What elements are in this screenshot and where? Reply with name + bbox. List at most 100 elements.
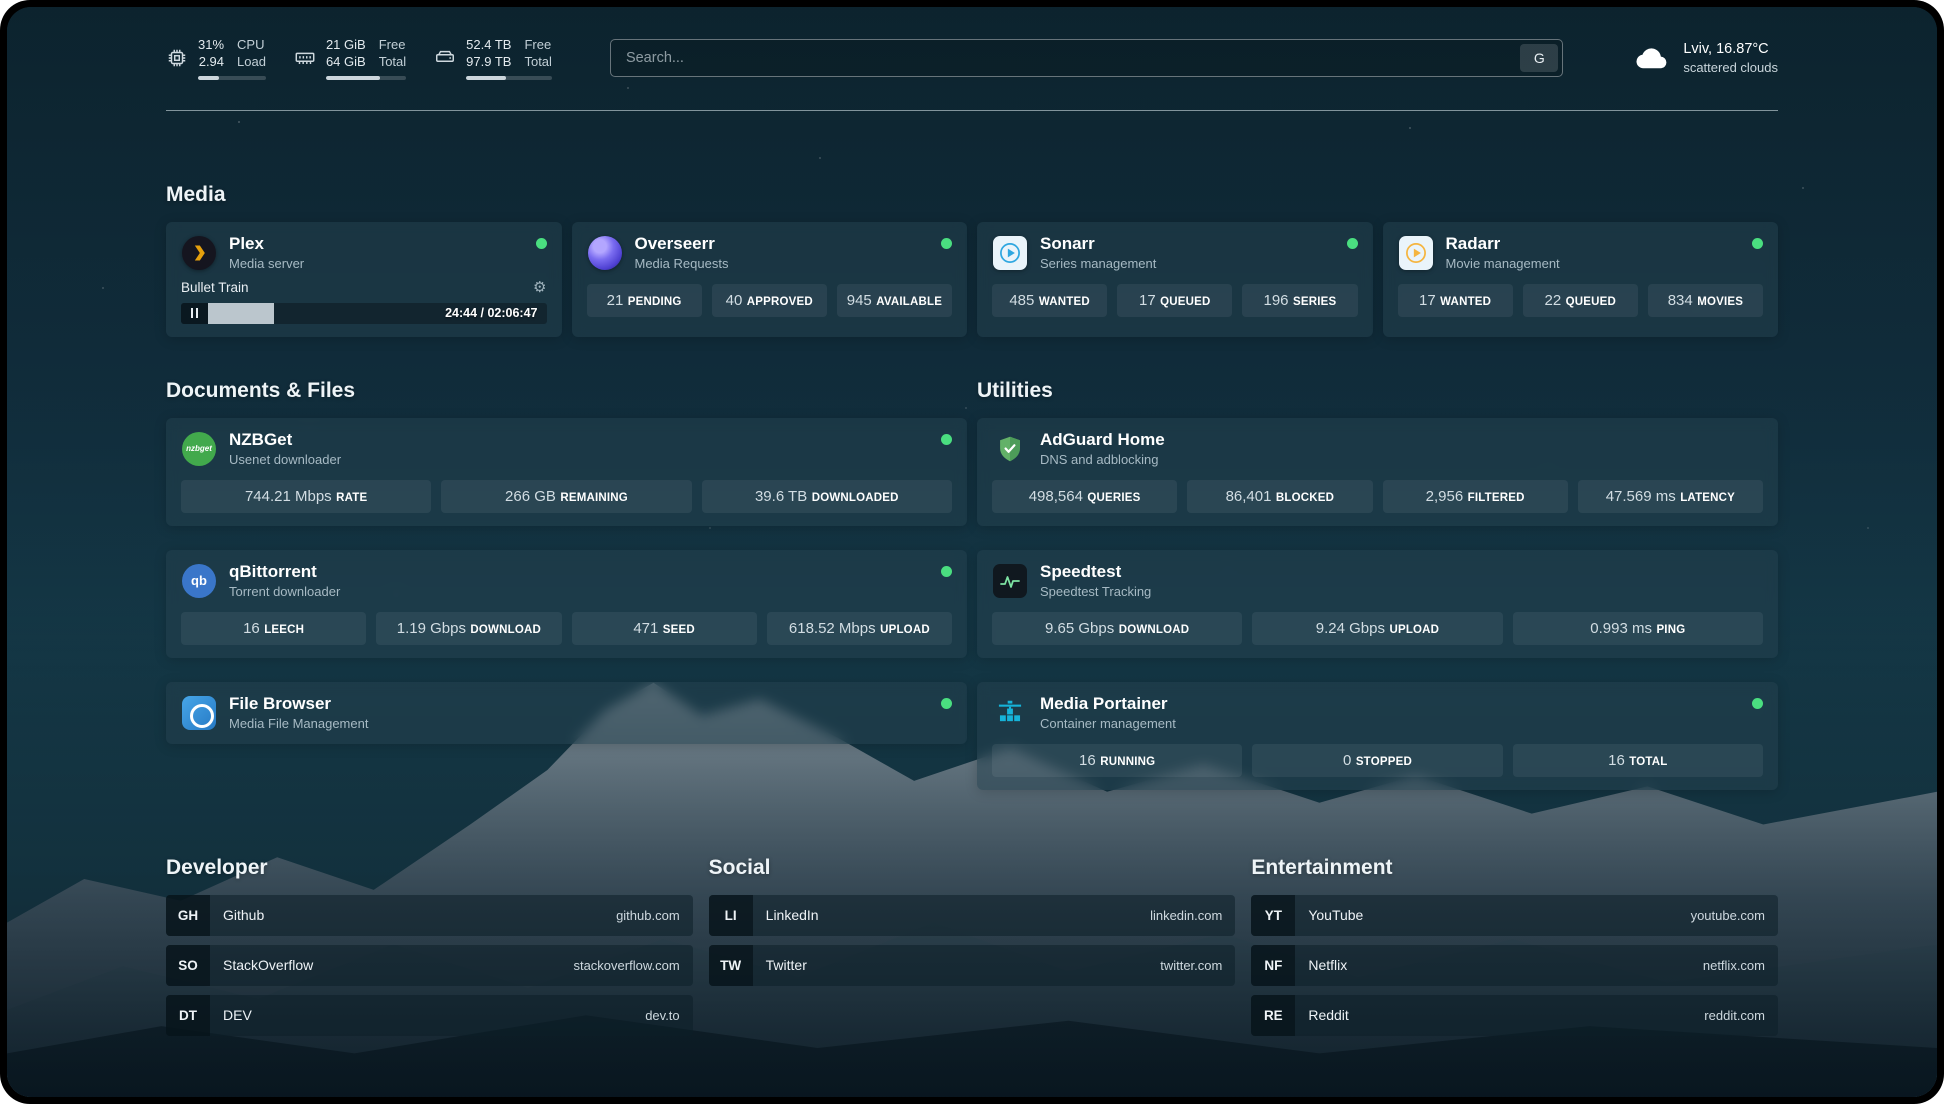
nzbget-card[interactable]: nzbget NZBGet Usenet downloader 744.21 M… bbox=[166, 418, 967, 526]
overseerr-card[interactable]: Overseerr Media Requests 21 PENDING bbox=[572, 222, 968, 337]
sonarr-card[interactable]: Sonarr Series management 485 WANTED bbox=[977, 222, 1373, 337]
bookmark-name: StackOverflow bbox=[223, 957, 313, 973]
speedtest-card[interactable]: Speedtest Speedtest Tracking 9.65 Gbps D… bbox=[977, 550, 1778, 658]
stat-value: 498,564 bbox=[1029, 488, 1083, 505]
cpu-icon bbox=[166, 47, 188, 69]
plex-card[interactable]: Plex Media server Bullet Train ⚙ bbox=[166, 222, 562, 337]
stat-value: 196 bbox=[1263, 292, 1288, 309]
playback-progress-fill bbox=[208, 303, 274, 324]
entertainment-bookmarks: Entertainment YT YouTube youtube.com NF … bbox=[1251, 856, 1778, 1036]
bookmark-url: youtube.com bbox=[1691, 908, 1765, 923]
stat-upload: 9.24 Gbps UPLOAD bbox=[1252, 612, 1502, 645]
memory-monitor: 21 GiB 64 GiB Free Total bbox=[294, 37, 406, 80]
portainer-status-dot bbox=[1752, 698, 1763, 709]
sonarr-title: Sonarr bbox=[1040, 235, 1156, 253]
stat-value: 0 bbox=[1343, 752, 1351, 769]
media-section-title: Media bbox=[166, 183, 1778, 207]
nzbget-icon: nzbget bbox=[182, 432, 216, 466]
stat-movies: 834 MOVIES bbox=[1648, 284, 1763, 317]
search-provider-button[interactable]: G bbox=[1520, 44, 1558, 72]
stat-label: SERIES bbox=[1293, 296, 1336, 308]
overseerr-icon bbox=[588, 236, 622, 270]
weather-widget: Lviv, 16.87°C scattered clouds bbox=[1633, 39, 1778, 77]
bookmark-url: reddit.com bbox=[1704, 1008, 1765, 1023]
settings-gear-icon[interactable]: ⚙ bbox=[533, 280, 546, 295]
portainer-card[interactable]: Media Portainer Container management 16 … bbox=[977, 682, 1778, 790]
nzbget-subtitle: Usenet downloader bbox=[229, 452, 341, 467]
stat-value: 39.6 TB bbox=[755, 488, 807, 505]
stat-total: 16 TOTAL bbox=[1513, 744, 1763, 777]
developer-section-title: Developer bbox=[166, 856, 693, 880]
radarr-card[interactable]: Radarr Movie management 17 WANTED 2 bbox=[1383, 222, 1779, 337]
stat-value: 22 bbox=[1544, 292, 1561, 309]
stat-label: APPROVED bbox=[747, 296, 813, 308]
bookmark-name: Netflix bbox=[1308, 957, 1347, 973]
cpu-label: CPU bbox=[237, 37, 266, 54]
stat-label: RATE bbox=[336, 492, 367, 504]
radarr-status-dot bbox=[1752, 238, 1763, 249]
plex-player-bar: 24:44 / 02:06:47 bbox=[181, 303, 547, 324]
bookmark-stackoverflow[interactable]: SO StackOverflow stackoverflow.com bbox=[166, 945, 693, 986]
cpu-load-average: 2.94 bbox=[199, 54, 224, 71]
memory-total-label: Total bbox=[379, 54, 406, 71]
disk-monitor: 52.4 TB 97.9 TB Free Total bbox=[434, 37, 552, 80]
bookmark-youtube[interactable]: YT YouTube youtube.com bbox=[1251, 895, 1778, 936]
device-frame: 31% 2.94 CPU Load bbox=[0, 0, 1944, 1104]
adguard-card[interactable]: AdGuard Home DNS and adblocking 498,564 … bbox=[977, 418, 1778, 526]
topbar-divider bbox=[166, 110, 1778, 111]
bookmark-abbr: RE bbox=[1251, 995, 1295, 1036]
now-playing-title: Bullet Train bbox=[181, 280, 249, 295]
qbittorrent-title: qBittorrent bbox=[229, 563, 340, 581]
bookmark-abbr: YT bbox=[1251, 895, 1295, 936]
bookmark-name: Github bbox=[223, 907, 264, 923]
bookmark-reddit[interactable]: RE Reddit reddit.com bbox=[1251, 995, 1778, 1036]
filebrowser-icon bbox=[182, 696, 216, 730]
playback-progress-track[interactable]: 24:44 / 02:06:47 bbox=[208, 303, 547, 324]
bookmark-linkedin[interactable]: LI LinkedIn linkedin.com bbox=[709, 895, 1236, 936]
plex-title: Plex bbox=[229, 235, 304, 253]
stat-label: QUEUED bbox=[1160, 296, 1210, 308]
stat-label: REMAINING bbox=[560, 492, 628, 504]
topbar: 31% 2.94 CPU Load bbox=[166, 7, 1778, 80]
stat-value: 16 bbox=[1079, 752, 1096, 769]
stat-value: 485 bbox=[1009, 292, 1034, 309]
stat-label: AVAILABLE bbox=[876, 296, 942, 308]
pause-button[interactable] bbox=[181, 303, 208, 324]
stat-queued: 17 QUEUED bbox=[1117, 284, 1232, 317]
adguard-shield-icon bbox=[992, 431, 1028, 467]
bookmark-url: github.com bbox=[616, 908, 680, 923]
overseerr-title: Overseerr bbox=[635, 235, 729, 253]
entertainment-section-title: Entertainment bbox=[1251, 856, 1778, 880]
nzbget-status-dot bbox=[941, 434, 952, 445]
sonarr-icon bbox=[993, 236, 1027, 270]
bookmark-dev[interactable]: DT DEV dev.to bbox=[166, 995, 693, 1036]
radarr-title: Radarr bbox=[1446, 235, 1560, 253]
bookmark-twitter[interactable]: TW Twitter twitter.com bbox=[709, 945, 1236, 986]
bookmark-netflix[interactable]: NF Netflix netflix.com bbox=[1251, 945, 1778, 986]
plex-subtitle: Media server bbox=[229, 256, 304, 271]
bookmark-abbr: LI bbox=[709, 895, 753, 936]
stat-value: 2,956 bbox=[1426, 488, 1464, 505]
filebrowser-subtitle: Media File Management bbox=[229, 716, 368, 731]
playback-time: 24:44 / 02:06:47 bbox=[445, 306, 537, 320]
search-input[interactable] bbox=[610, 39, 1563, 77]
stat-label: WANTED bbox=[1440, 296, 1491, 308]
bookmark-github[interactable]: GH Github github.com bbox=[166, 895, 693, 936]
qbittorrent-card[interactable]: qb qBittorrent Torrent downloader 16 bbox=[166, 550, 967, 658]
stat-label: FILTERED bbox=[1468, 492, 1525, 504]
memory-free-value: 21 GiB bbox=[326, 37, 366, 54]
bookmark-name: DEV bbox=[223, 1007, 252, 1023]
filebrowser-title: File Browser bbox=[229, 695, 368, 713]
stat-value: 266 GB bbox=[505, 488, 556, 505]
stat-value: 1.19 Gbps bbox=[397, 620, 466, 637]
stat-label: SEED bbox=[663, 624, 695, 636]
bookmark-abbr: GH bbox=[166, 895, 210, 936]
portainer-icon bbox=[992, 695, 1028, 731]
qbittorrent-subtitle: Torrent downloader bbox=[229, 584, 340, 599]
plex-icon bbox=[182, 236, 216, 270]
filebrowser-card[interactable]: File Browser Media File Management bbox=[166, 682, 967, 744]
weather-condition: scattered clouds bbox=[1683, 59, 1778, 77]
stat-rate: 744.21 Mbps RATE bbox=[181, 480, 431, 513]
stat-label: LATENCY bbox=[1680, 492, 1735, 504]
documents-column: Documents & Files nzbget NZBGet Usenet d… bbox=[166, 379, 967, 790]
